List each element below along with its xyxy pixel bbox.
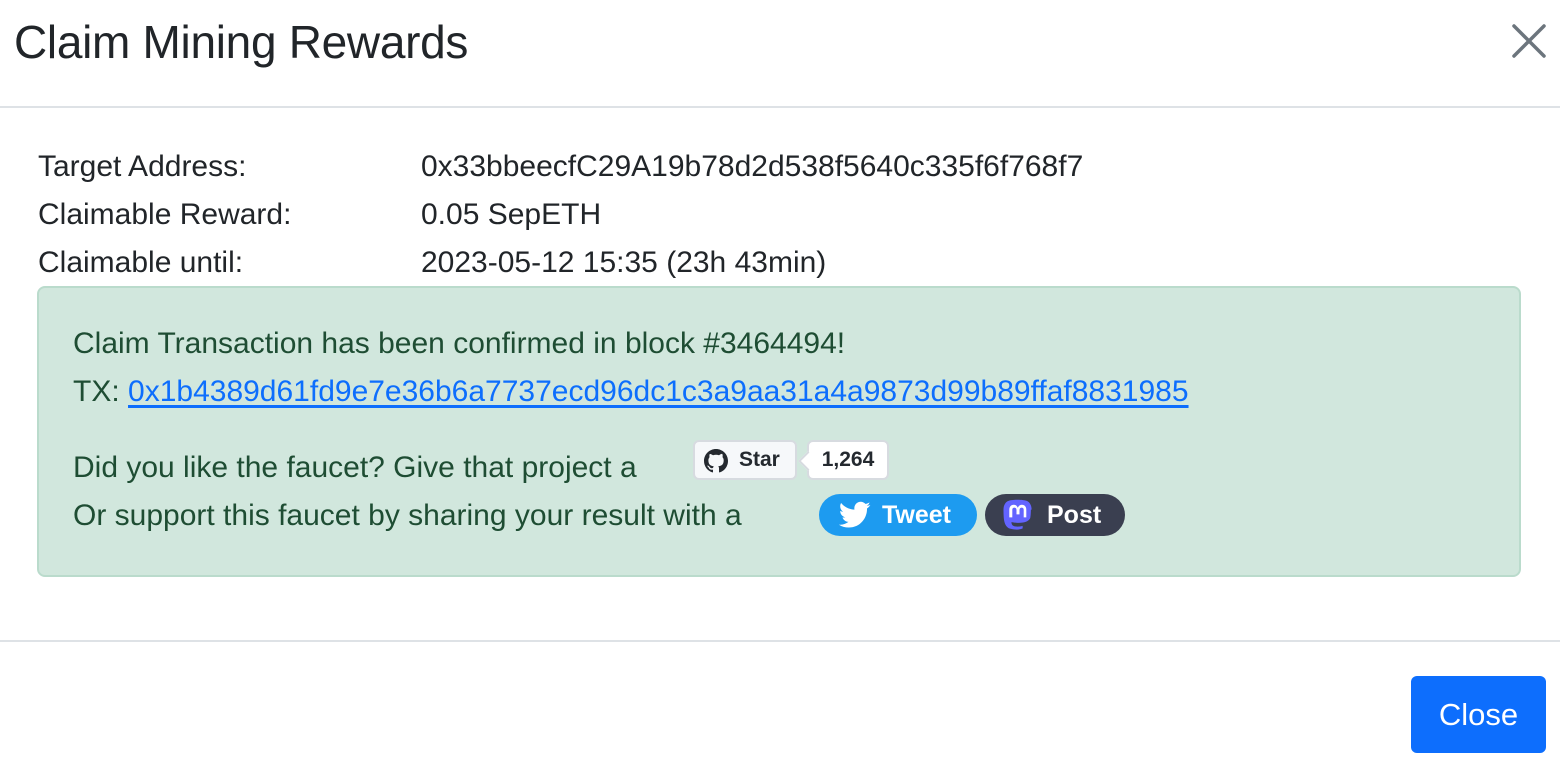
modal-header: Claim Mining Rewards — [0, 0, 1560, 108]
like-text: Did you like the faucet? Give that proje… — [73, 451, 637, 484]
confirmed-message: Claim Transaction has been confirmed in … — [73, 327, 846, 360]
github-star-count[interactable]: 1,264 — [807, 440, 889, 480]
tx-line: TX: 0x1b4389d61fd9e7e36b6a7737ecd96dc1c3… — [73, 372, 1189, 412]
support-text: Or support this faucet by sharing your r… — [73, 499, 742, 532]
tweet-label: Tweet — [882, 501, 951, 529]
close-button[interactable]: Close — [1411, 676, 1546, 753]
tx-hash-link[interactable]: 0x1b4389d61fd9e7e36b6a7737ecd96dc1c3a9aa… — [128, 375, 1189, 408]
modal-footer: Close — [0, 640, 1560, 764]
star-label: Star — [739, 448, 780, 471]
target-address-value: 0x33bbeecfC29A19b78d2d538f5640c335f6f768… — [421, 150, 1084, 183]
mastodon-post-button[interactable]: Post — [985, 494, 1125, 536]
target-address-row: Target Address: 0x33bbeecfC29A19b78d2d53… — [38, 147, 1238, 187]
success-alert: Claim Transaction has been confirmed in … — [37, 286, 1521, 577]
tx-prefix: TX: — [73, 375, 129, 408]
twitter-icon — [839, 501, 871, 528]
modal-title: Claim Mining Rewards — [14, 16, 469, 68]
claim-rewards-modal: Claim Mining Rewards Target Address: 0x3… — [0, 0, 1560, 764]
claimable-until-label: Claimable until: — [38, 246, 244, 279]
claimable-until-value: 2023-05-12 15:35 (23h 43min) — [421, 246, 827, 279]
github-star-button[interactable]: Star — [693, 440, 797, 480]
tweet-button[interactable]: Tweet — [819, 494, 977, 536]
github-icon — [704, 449, 728, 473]
post-label: Post — [1047, 501, 1102, 529]
mastodon-icon — [1003, 499, 1032, 530]
target-address-label: Target Address: — [38, 150, 247, 183]
claimable-until-row: Claimable until: 2023-05-12 15:35 (23h 4… — [38, 243, 1238, 283]
close-icon[interactable] — [1510, 22, 1548, 60]
modal-body: Target Address: 0x33bbeecfC29A19b78d2d53… — [0, 110, 1560, 640]
claimable-reward-row: Claimable Reward: 0.05 SepETH — [38, 195, 1238, 235]
claimable-reward-label: Claimable Reward: — [38, 198, 292, 231]
claimable-reward-value: 0.05 SepETH — [421, 198, 602, 231]
